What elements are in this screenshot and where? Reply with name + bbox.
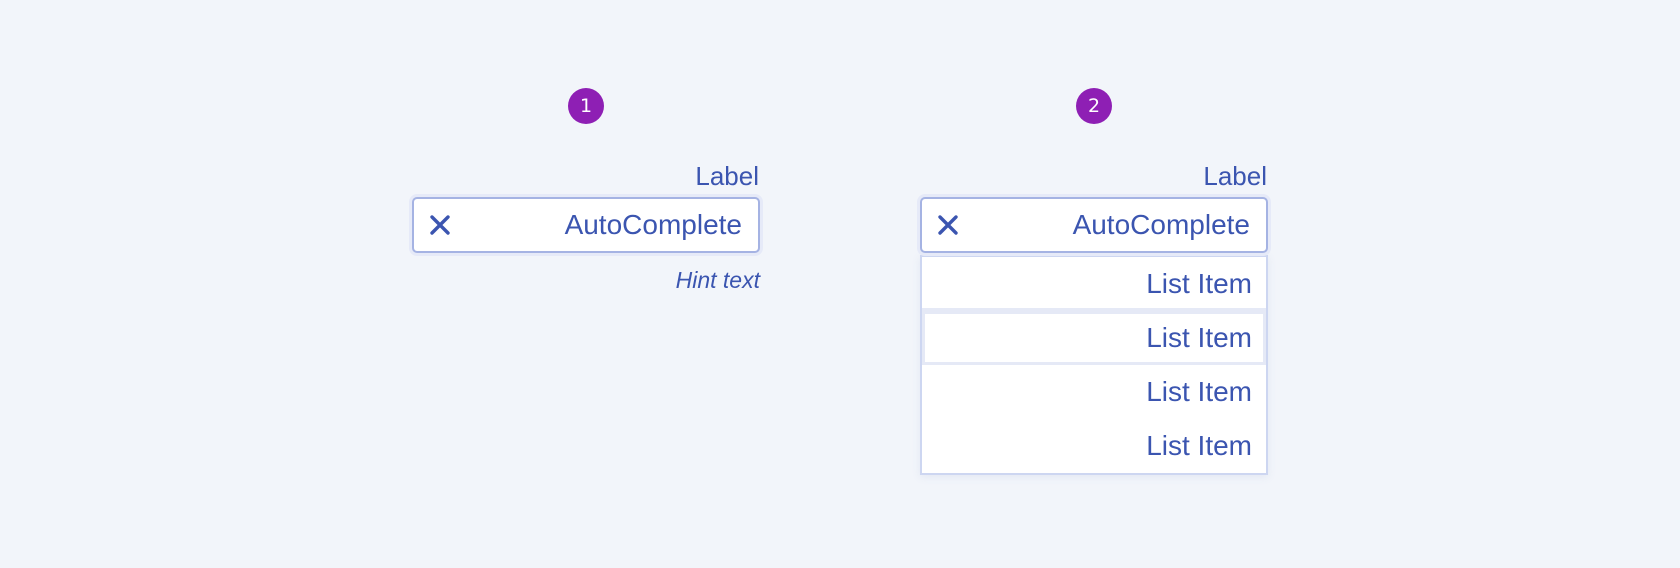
autocomplete-input[interactable]: AutoComplete: [920, 197, 1268, 253]
autocomplete-example-2: Label AutoComplete List Item List Item L…: [920, 158, 1268, 475]
list-item[interactable]: List Item: [922, 365, 1266, 419]
field-label: Label: [1203, 161, 1267, 191]
close-icon[interactable]: [426, 211, 454, 239]
autocomplete-value: AutoComplete: [564, 209, 742, 240]
hint-text: Hint text: [675, 267, 760, 293]
suggestion-list: List Item List Item List Item List Item: [920, 255, 1268, 475]
autocomplete-input[interactable]: AutoComplete: [412, 197, 760, 253]
close-icon[interactable]: [934, 211, 962, 239]
autocomplete-example-1: Label AutoComplete Hint text: [412, 158, 760, 294]
list-item[interactable]: List Item: [922, 257, 1266, 311]
field-label: Label: [695, 161, 759, 191]
step-badge-1: 1: [568, 88, 604, 124]
step-badge-2: 2: [1076, 88, 1112, 124]
list-item[interactable]: List Item: [922, 311, 1266, 365]
list-item[interactable]: List Item: [922, 419, 1266, 473]
autocomplete-value: AutoComplete: [1072, 209, 1250, 240]
